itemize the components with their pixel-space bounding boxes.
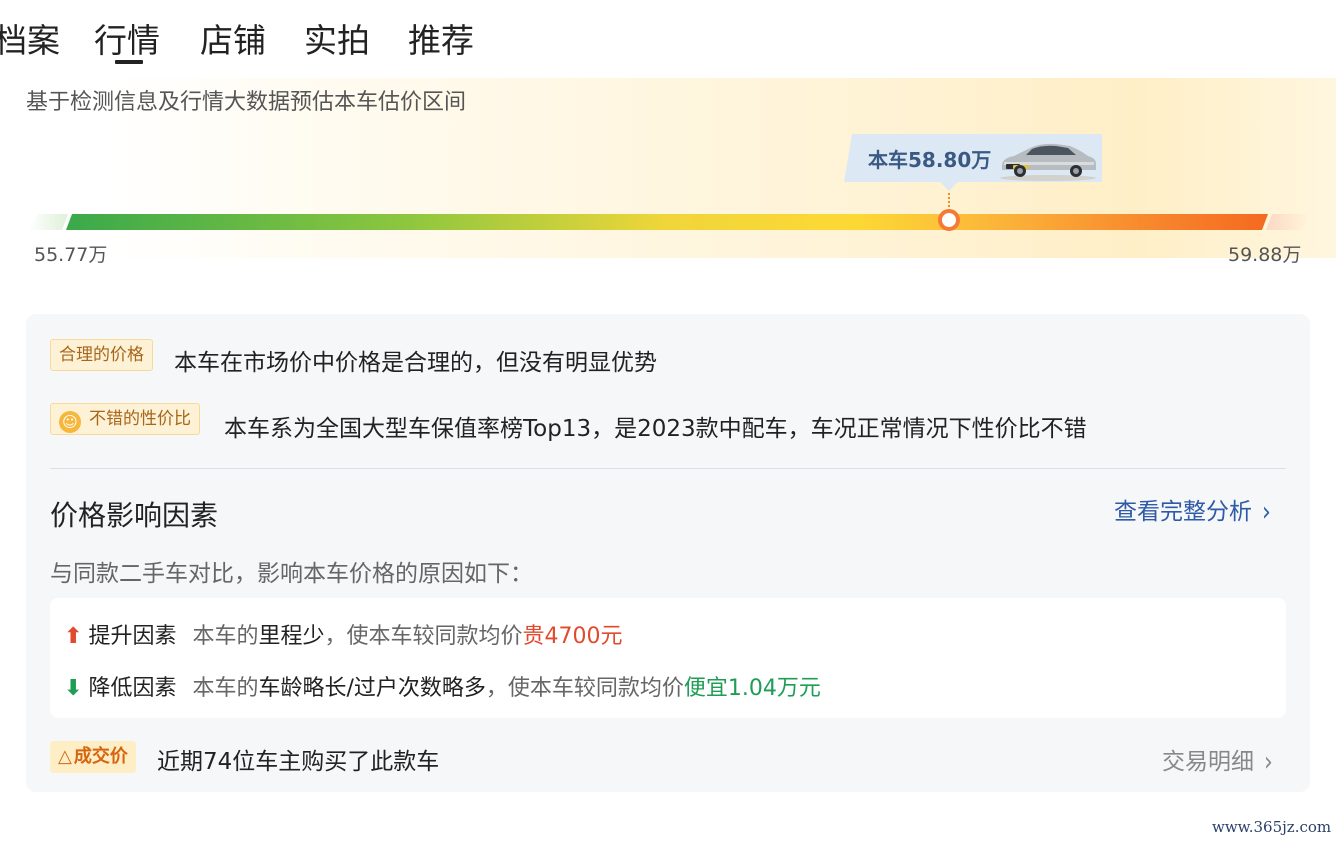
range-min-label: 55.77万 [34, 244, 108, 266]
factors-title: 价格影响因素 [50, 499, 219, 532]
factors-intro: 与同款二手车对比，影响本车价格的原因如下： [50, 561, 533, 587]
divider [50, 468, 1286, 469]
range-max-label: 59.88万 [1228, 244, 1302, 266]
assessment-panel [26, 314, 1310, 792]
deal-price-tag-label: 成交价 [73, 746, 128, 767]
full-analysis-link[interactable]: 查看完整分析 › [1114, 492, 1271, 528]
tab-store[interactable]: 店铺 [200, 14, 266, 62]
tab-recommend[interactable]: 推荐 [408, 14, 474, 62]
factor-down-delta: 便宜1.04万元 [683, 676, 821, 701]
price-tag-icon: △ [58, 746, 72, 767]
reasonable-price-tag-label: 合理的价格 [59, 345, 144, 365]
current-price-marker [938, 209, 960, 231]
factor-row-up: ⬆ 提升因素 本车的里程少，使本车较同款均价贵4700元 [64, 618, 623, 650]
factor-down-desc-mid: ，使本车较同款均价 [485, 676, 684, 701]
chevron-right-icon: › [1262, 497, 1271, 528]
arrow-up-icon: ⬆ [64, 624, 83, 649]
deal-price-tag: △ 成交价 [50, 741, 136, 773]
reasonable-price-text: 本车在市场价中价格是合理的，但没有明显优势 [174, 350, 657, 376]
factor-up-label: 提升因素 [88, 624, 177, 649]
value-tag: ☺ 不错的性价比 [50, 403, 200, 435]
chevron-right-icon: › [1264, 747, 1273, 778]
car-image [1000, 143, 1096, 181]
tab-archive[interactable]: 档案 [0, 14, 60, 62]
factor-up-desc-prefix: 本车的 [192, 624, 259, 649]
factor-row-down: ⬇ 降低因素 本车的车龄略长/过户次数略多，使本车较同款均价便宜1.04万元 [64, 670, 821, 702]
factor-down-desc-prefix: 本车的 [192, 676, 259, 701]
tab-photos[interactable]: 实拍 [304, 14, 370, 62]
arrow-down-icon: ⬇ [64, 676, 83, 701]
reasonable-price-tag: 合理的价格 [50, 339, 153, 371]
factor-up-desc-mid: ，使本车较同款均价 [324, 624, 523, 649]
value-tag-label: 不错的性价比 [89, 409, 191, 429]
current-price-label: 本车58.80万 [868, 148, 992, 172]
factor-down-label: 降低因素 [88, 676, 177, 701]
trade-detail-label: 交易明细 [1162, 749, 1254, 775]
full-analysis-label: 查看完整分析 [1114, 499, 1252, 525]
value-text: 本车系为全国大型车保值率榜Top13，是2023款中配车，车况正常情况下性价比不… [224, 416, 1087, 442]
factor-up-item: 里程少 [258, 624, 325, 649]
smile-icon: ☺ [59, 411, 81, 433]
factor-up-delta: 贵4700元 [522, 624, 623, 649]
factor-down-item: 车龄略长/过户次数略多 [258, 676, 486, 701]
tab-market[interactable]: 行情 [94, 14, 160, 62]
estimate-subtitle: 基于检测信息及行情大数据预估本车估价区间 [26, 90, 467, 115]
deal-count-text: 近期74位车主购买了此款车 [157, 749, 440, 775]
price-range-bar [66, 214, 1268, 230]
active-tab-indicator [115, 60, 143, 64]
trade-detail-link[interactable]: 交易明细 › [1162, 742, 1273, 778]
watermark: www.365jz.com [1212, 818, 1332, 836]
callout-pointer [939, 181, 959, 191]
